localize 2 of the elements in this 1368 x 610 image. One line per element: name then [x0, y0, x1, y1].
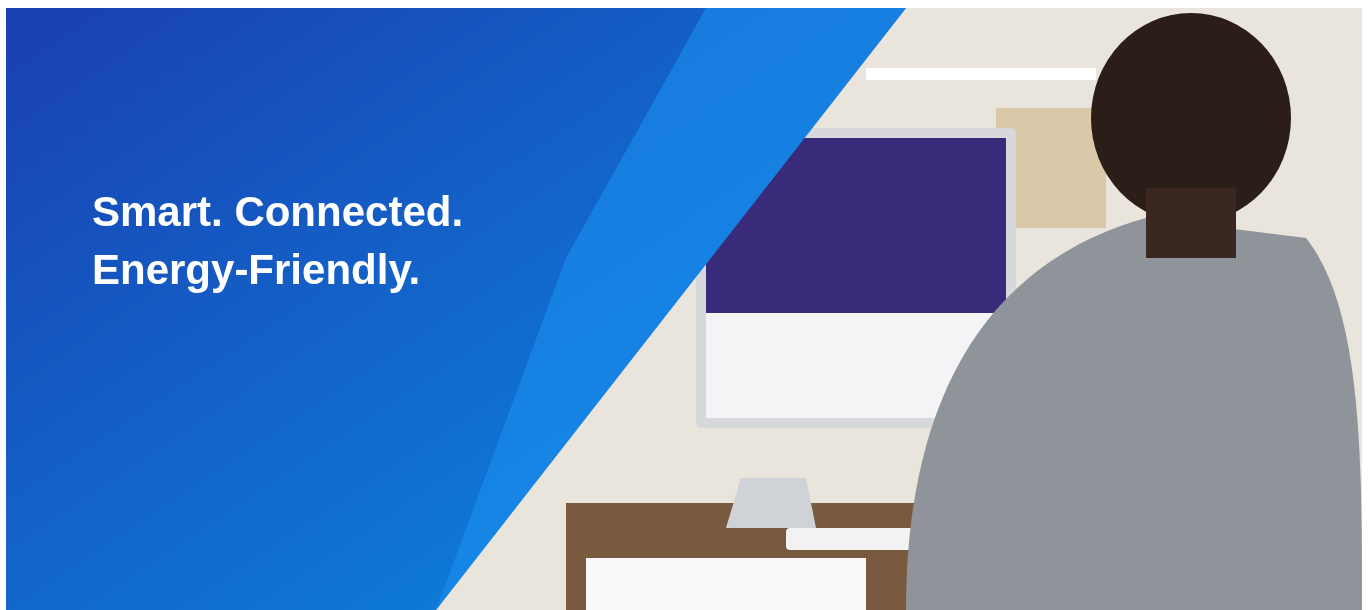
- headline: Energy-Friendly.: [92, 245, 422, 295]
- headline: Smart. Connected.: [92, 187, 464, 237]
